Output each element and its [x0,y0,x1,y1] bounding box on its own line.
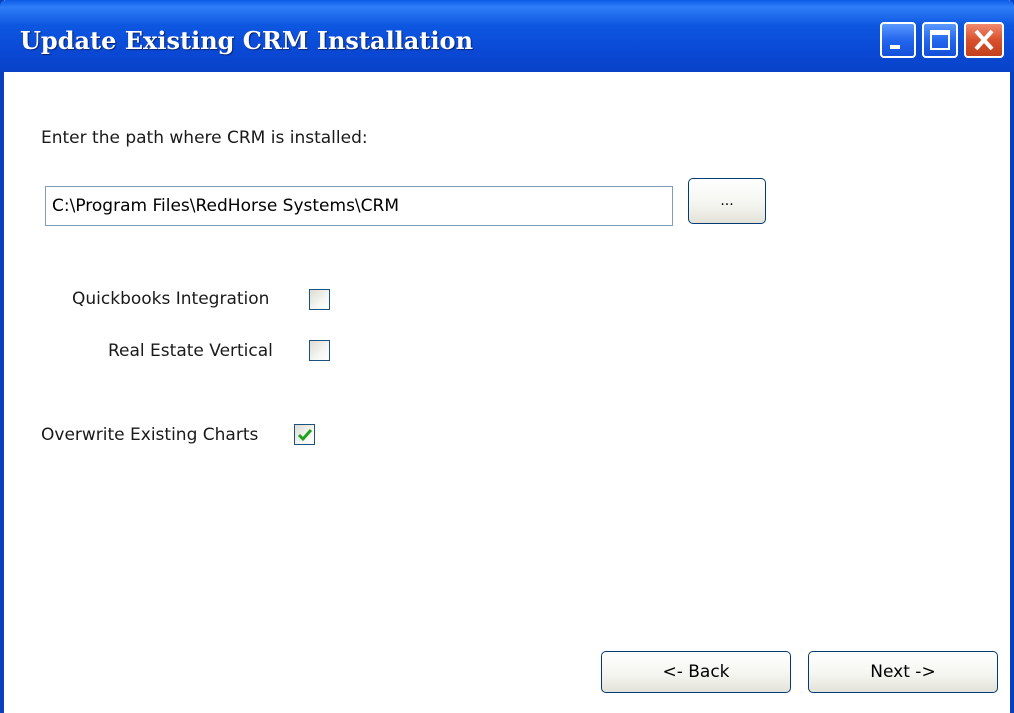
install-path-input[interactable] [45,186,673,226]
path-prompt-label: Enter the path where CRM is installed: [41,128,368,148]
next-button[interactable]: Next -> [808,651,998,693]
installer-window: Update Existing CRM Installation Enter t… [0,0,1014,713]
quickbooks-integration-checkbox[interactable] [309,289,330,310]
close-button[interactable] [964,22,1004,58]
maximize-button[interactable] [922,22,958,58]
minimize-button[interactable] [880,22,916,58]
overwrite-existing-charts-label: Overwrite Existing Charts [41,425,259,445]
back-button[interactable]: <- Back [601,651,791,693]
browse-button[interactable]: ... [688,178,766,224]
close-icon [974,29,994,51]
window-title: Update Existing CRM Installation [20,26,474,55]
real-estate-vertical-checkbox[interactable] [309,340,330,361]
minimize-icon [890,45,900,49]
overwrite-existing-charts-checkbox[interactable] [294,424,315,445]
maximize-icon [930,30,950,50]
title-bar[interactable]: Update Existing CRM Installation [0,0,1014,72]
quickbooks-integration-label: Quickbooks Integration [72,289,270,309]
real-estate-vertical-label: Real Estate Vertical [108,341,273,361]
checkmark-icon [297,429,313,442]
